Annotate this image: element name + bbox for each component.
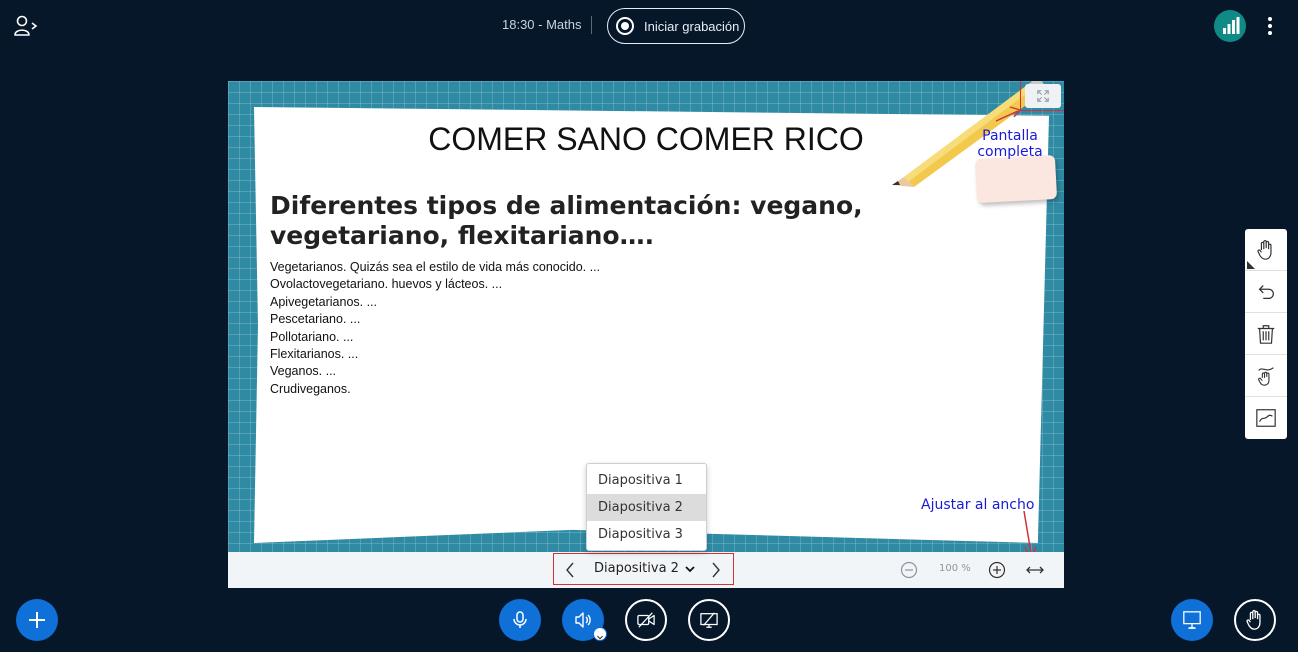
dropdown-option-slide-3[interactable]: Diapositiva 3	[587, 521, 706, 548]
camera-button[interactable]	[625, 599, 667, 641]
fit-to-width-button[interactable]	[1025, 562, 1045, 578]
list-item: Pescetariano. ...	[270, 312, 361, 327]
presentation-button[interactable]	[1171, 599, 1213, 641]
microphone-button[interactable]	[499, 599, 541, 641]
tool-submenu-corner	[1247, 261, 1255, 269]
list-item: Flexitarianos. ...	[270, 347, 359, 362]
whiteboard-icon	[1256, 409, 1276, 427]
screenshare-off-icon	[700, 612, 718, 628]
slide-dropdown: Diapositiva 1 Diapositiva 2 Diapositiva …	[586, 463, 707, 551]
hand-tool-icon	[1257, 239, 1272, 260]
list-item: Vegetarianos. Quizás sea el estilo de vi…	[270, 260, 601, 274]
slide-list: Vegetarianos. Quizás sea el estilo de vi…	[270, 259, 600, 398]
list-item: Pollotariano. ...	[270, 329, 354, 344]
list-item: Apivegetarianos. ...	[270, 294, 378, 309]
clear-annotations-icon	[1257, 324, 1275, 344]
user-list-icon[interactable]	[14, 15, 38, 37]
list-item: Veganos. ...	[270, 364, 337, 379]
microphone-icon	[513, 611, 527, 628]
actions-button[interactable]	[16, 599, 58, 641]
slide-select[interactable]: Diapositiva 2	[594, 561, 679, 576]
list-item: Crudiveganos.	[270, 381, 351, 396]
raise-hand-icon	[1246, 609, 1261, 630]
audio-options-button[interactable]	[593, 627, 607, 641]
dropdown-option-slide-2[interactable]: Diapositiva 2	[587, 494, 706, 521]
screenshare-button[interactable]	[688, 599, 730, 641]
list-item: Ovolactovegetariano. huevos y lácteos. .…	[270, 277, 503, 292]
presentation-toolbar: Diapositiva 2 100 %	[228, 552, 1064, 588]
sticky-note-image	[974, 154, 1058, 204]
connection-status-icon[interactable]	[1214, 10, 1246, 42]
top-bar: 18:30 - Maths Iniciar grabación	[0, 0, 1298, 52]
whiteboard-button[interactable]	[1245, 397, 1287, 439]
multi-user-whiteboard-icon	[1258, 366, 1274, 386]
zoom-out-button[interactable]	[900, 561, 918, 579]
presentation-icon	[1183, 611, 1201, 629]
title-separator	[591, 16, 592, 34]
slide-heading: Diferentes tipos de alimentación: vegano…	[270, 191, 863, 250]
camera-off-icon	[637, 612, 655, 628]
fit-width-annotation: Ajustar al ancho	[921, 497, 1035, 513]
multi-user-whiteboard-button[interactable]	[1245, 355, 1287, 397]
zoom-level: 100 %	[939, 563, 971, 574]
undo-icon	[1258, 284, 1274, 299]
fullscreen-annotation: Pantalla completa	[977, 128, 1043, 160]
speaker-icon	[575, 612, 591, 628]
zoom-in-button[interactable]	[988, 561, 1006, 579]
kebab-menu-icon[interactable]	[1260, 14, 1280, 38]
chevron-down-icon[interactable]	[683, 562, 697, 576]
chevron-down-icon	[597, 635, 603, 640]
next-slide-button[interactable]	[707, 560, 725, 580]
plus-icon	[29, 612, 45, 628]
hand-tool-button[interactable]	[1245, 229, 1287, 271]
undo-button[interactable]	[1245, 271, 1287, 313]
record-icon	[616, 17, 634, 35]
meeting-title: 18:30 - Maths	[502, 17, 582, 32]
start-recording-button[interactable]: Iniciar grabación	[607, 8, 745, 44]
fullscreen-highlight-box	[1020, 81, 1064, 111]
slide-title: COMER SANO COMER RICO	[428, 121, 864, 157]
whiteboard-toolbar	[1245, 229, 1287, 439]
record-label: Iniciar grabación	[644, 18, 740, 34]
raise-hand-button[interactable]	[1234, 599, 1276, 641]
previous-slide-button[interactable]	[561, 560, 579, 580]
dropdown-option-slide-1[interactable]: Diapositiva 1	[587, 467, 706, 494]
clear-annotations-button[interactable]	[1245, 313, 1287, 355]
